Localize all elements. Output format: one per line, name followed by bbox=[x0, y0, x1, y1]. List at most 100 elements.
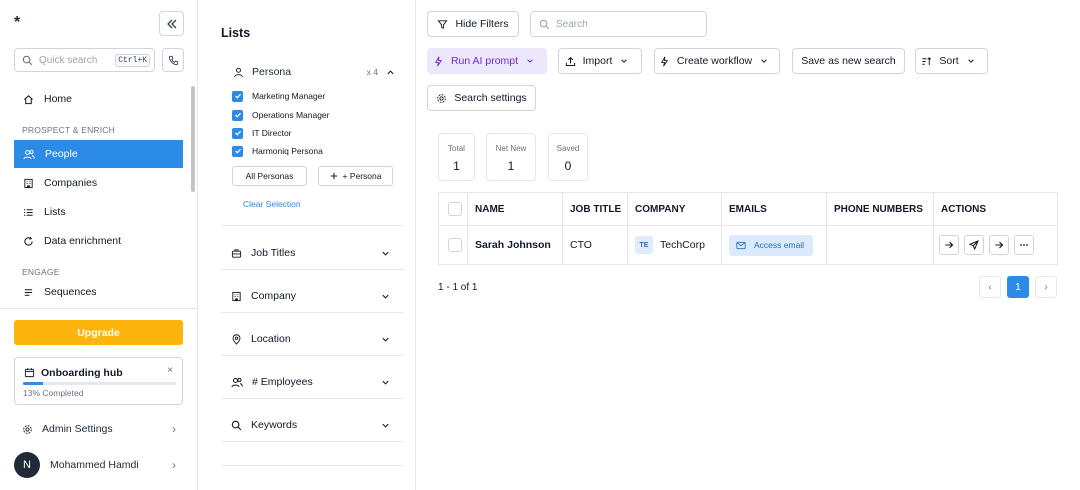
filters-panel: Lists Persona x 4 Marketing Manager Oper… bbox=[198, 0, 416, 490]
company-cell[interactable]: TE TechCorp bbox=[627, 225, 722, 265]
column-header[interactable]: COMPANY bbox=[627, 192, 722, 226]
sidebar-item-label: People bbox=[45, 148, 78, 160]
sidebar-divider bbox=[0, 308, 197, 309]
filter-job-titles[interactable]: Job Titles bbox=[221, 237, 404, 270]
send-button[interactable] bbox=[964, 235, 984, 255]
sidebar-item-label: Companies bbox=[44, 177, 98, 189]
check-icon bbox=[234, 148, 241, 154]
filter-location[interactable]: Location bbox=[221, 323, 404, 356]
arrow-right-icon bbox=[995, 241, 1004, 249]
quick-search-input[interactable] bbox=[39, 54, 113, 66]
building-icon bbox=[24, 178, 33, 188]
more-button[interactable] bbox=[1014, 235, 1034, 255]
sidebar-item-label: Lists bbox=[44, 206, 66, 218]
chevron-down-icon bbox=[382, 423, 389, 428]
list-icon bbox=[24, 208, 33, 216]
company-name: TechCorp bbox=[660, 239, 705, 251]
hide-filters-button[interactable]: Hide Filters bbox=[427, 11, 519, 37]
close-icon[interactable]: × bbox=[167, 365, 173, 376]
next-page-button[interactable]: › bbox=[1035, 276, 1057, 298]
all-personas-button[interactable]: All Personas bbox=[232, 166, 307, 186]
search-icon bbox=[22, 55, 33, 65]
column-header[interactable]: EMAILS bbox=[721, 192, 827, 226]
sidebar-item-data-enrichment[interactable]: Data enrichment bbox=[14, 227, 183, 255]
prev-page-button[interactable]: ‹ bbox=[979, 276, 1001, 298]
company-logo: TE bbox=[635, 236, 653, 254]
quick-search[interactable]: Ctrl+K bbox=[14, 48, 155, 72]
checkbox-checked[interactable] bbox=[232, 145, 243, 157]
bolt-icon bbox=[660, 56, 668, 66]
import-button[interactable]: Import bbox=[558, 48, 642, 74]
search-settings-button[interactable]: Search settings bbox=[427, 85, 536, 111]
sidebar-item-home[interactable]: Home bbox=[14, 85, 183, 113]
filter-divider bbox=[221, 225, 404, 226]
create-workflow-button[interactable]: Create workflow bbox=[654, 48, 780, 74]
sidebar-item-people[interactable]: People bbox=[14, 140, 183, 168]
sidebar-item-companies[interactable]: Companies bbox=[14, 169, 183, 197]
access-email-label: Access email bbox=[754, 240, 805, 250]
clear-selection-link[interactable]: Clear Selection bbox=[243, 199, 301, 209]
open-button[interactable] bbox=[989, 235, 1009, 255]
plus-icon bbox=[330, 172, 337, 180]
page-button-current[interactable]: 1 bbox=[1007, 276, 1029, 298]
person-icon bbox=[234, 67, 243, 77]
select-all-checkbox[interactable] bbox=[448, 202, 462, 216]
upgrade-button[interactable]: Upgrade bbox=[14, 320, 183, 345]
user-profile[interactable]: N Mohammed Hamdi › bbox=[14, 451, 176, 479]
column-header[interactable]: NAME bbox=[467, 192, 563, 226]
persona-option[interactable]: IT Director bbox=[232, 126, 292, 140]
filter-employees[interactable]: # Employees bbox=[221, 366, 404, 399]
onboarding-hub-card[interactable]: Onboarding hub × 13% Completed bbox=[14, 357, 183, 405]
sort-button[interactable]: Sort bbox=[915, 48, 988, 74]
persona-option[interactable]: Marketing Manager bbox=[232, 89, 325, 103]
add-persona-label: + Persona bbox=[342, 171, 382, 181]
search-input[interactable] bbox=[556, 18, 696, 30]
admin-settings-label: Admin Settings bbox=[42, 423, 113, 435]
import-label: Import bbox=[582, 55, 613, 67]
persona-label: Persona bbox=[252, 66, 292, 78]
search-icon bbox=[231, 420, 242, 430]
sidebar-item-lists[interactable]: Lists bbox=[14, 198, 183, 226]
person-name[interactable]: Sarah Johnson bbox=[467, 225, 563, 265]
stat-label: Net New bbox=[495, 144, 527, 153]
home-icon bbox=[24, 94, 33, 104]
upload-icon bbox=[565, 56, 575, 66]
chevron-down-icon bbox=[382, 337, 389, 342]
access-email-button[interactable]: Access email bbox=[729, 234, 814, 256]
stat-label: Saved bbox=[556, 144, 580, 153]
persona-option[interactable]: Operations Manager bbox=[232, 108, 330, 122]
company-chip[interactable]: TE TechCorp bbox=[635, 236, 705, 254]
filter-icon bbox=[437, 19, 449, 29]
save-as-new-search-button[interactable]: Save as new search bbox=[792, 48, 905, 74]
chevron-down-icon bbox=[382, 294, 389, 299]
gear-icon bbox=[23, 424, 32, 434]
add-persona-button[interactable]: + Persona bbox=[318, 166, 393, 186]
table-row[interactable]: Sarah Johnson CTO TE TechCorp Access ema… bbox=[438, 225, 1058, 265]
checkbox-checked[interactable] bbox=[232, 109, 243, 121]
add-to-list-button[interactable] bbox=[939, 235, 959, 255]
filter-keywords[interactable]: Keywords bbox=[221, 409, 404, 442]
persona-filter-header[interactable]: Persona x 4 bbox=[233, 64, 403, 80]
persona-option[interactable]: Harmoniq Persona bbox=[232, 144, 323, 158]
collapse-sidebar-button[interactable] bbox=[159, 11, 184, 36]
row-checkbox[interactable] bbox=[448, 238, 462, 252]
search-settings-label: Search settings bbox=[454, 92, 527, 104]
search-field[interactable] bbox=[530, 11, 707, 37]
enrich-icon bbox=[24, 236, 33, 246]
app-logo[interactable]: * bbox=[14, 14, 20, 32]
filter-company[interactable]: Company bbox=[221, 280, 404, 313]
chevron-up-icon bbox=[387, 69, 394, 74]
calendar-icon bbox=[24, 368, 35, 378]
dialer-button[interactable] bbox=[162, 48, 184, 72]
select-all-cell bbox=[438, 192, 468, 226]
sidebar-item-sequences[interactable]: Sequences bbox=[14, 284, 183, 298]
checkbox-checked[interactable] bbox=[232, 127, 243, 139]
column-header[interactable]: PHONE NUMBERS bbox=[826, 192, 934, 226]
checkbox-checked[interactable] bbox=[232, 90, 243, 102]
admin-settings-link[interactable]: Admin Settings › bbox=[22, 419, 176, 439]
chevron-down-icon bbox=[527, 59, 533, 63]
check-icon bbox=[234, 112, 241, 118]
run-ai-prompt-button[interactable]: Run AI prompt bbox=[427, 48, 547, 74]
sidebar-scrollbar[interactable] bbox=[191, 86, 195, 192]
column-header[interactable]: JOB TITLE bbox=[562, 192, 628, 226]
